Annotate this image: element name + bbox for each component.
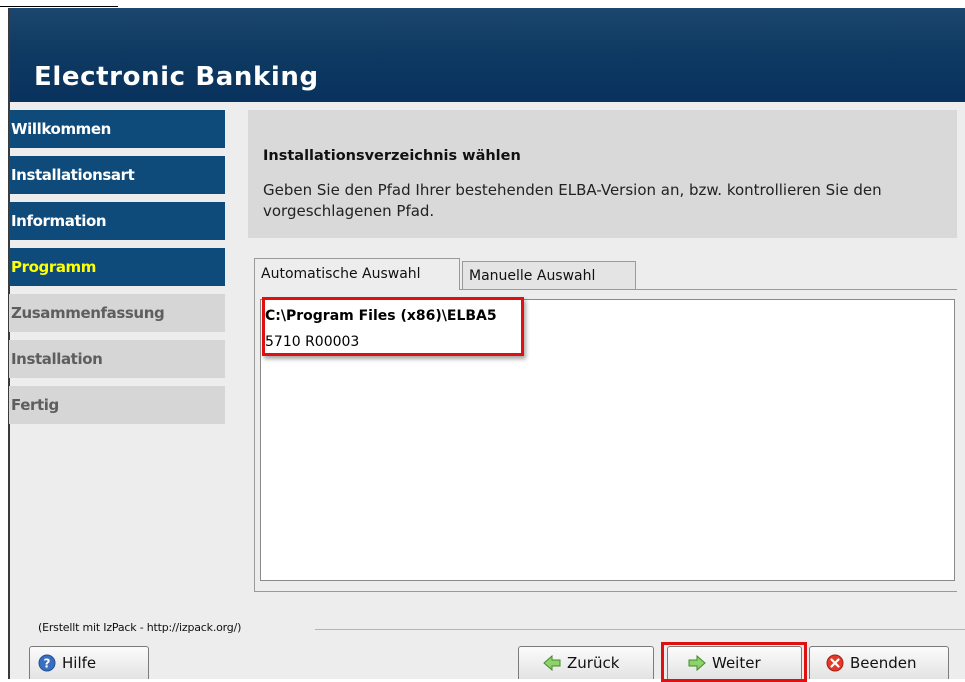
nav-step-willkommen: Willkommen [9,110,225,148]
close-circle-icon [826,654,844,672]
back-button-label: Zurück [567,654,620,672]
path-highlight-frame [262,297,524,356]
tab-automatische-auswahl[interactable]: Automatische Auswahl [254,258,460,290]
quit-button[interactable]: Beenden [809,646,949,679]
back-button[interactable]: Zurück [518,646,654,679]
panel-description: Geben Sie den Pfad Ihrer bestehenden ELB… [263,181,882,220]
footer-divider [315,629,965,630]
nav-step-zusammenfassung: Zusammenfassung [9,294,225,332]
izpack-credit: (Erstellt mit IzPack - http://izpack.org… [38,621,242,634]
app-title: Electronic Banking [34,62,319,92]
help-button[interactable]: ? Hilfe [29,646,149,679]
nav-step-installationsart: Installationsart [9,156,225,194]
panel-header: Installationsverzeichnis wählen Geben Si… [248,110,957,238]
arrow-left-icon [543,654,561,672]
panel-heading: Installationsverzeichnis wählen [263,148,521,164]
help-circle-icon: ? [38,654,56,672]
top-crumb-line [0,0,118,7]
svg-text:?: ? [44,657,51,671]
nav-step-information: Information [9,202,225,240]
help-button-label: Hilfe [62,654,97,672]
tab-manuelle-auswahl[interactable]: Manuelle Auswahl [462,261,636,290]
nav-step-programm: Programm [9,248,225,286]
next-highlight-frame [661,642,807,682]
nav-step-installation: Installation [9,340,225,378]
header-banner: Electronic Banking [10,8,965,102]
step-navigation: Willkommen Installationsart Information … [9,110,225,432]
nav-step-fertig: Fertig [9,386,225,424]
quit-button-label: Beenden [850,654,917,672]
